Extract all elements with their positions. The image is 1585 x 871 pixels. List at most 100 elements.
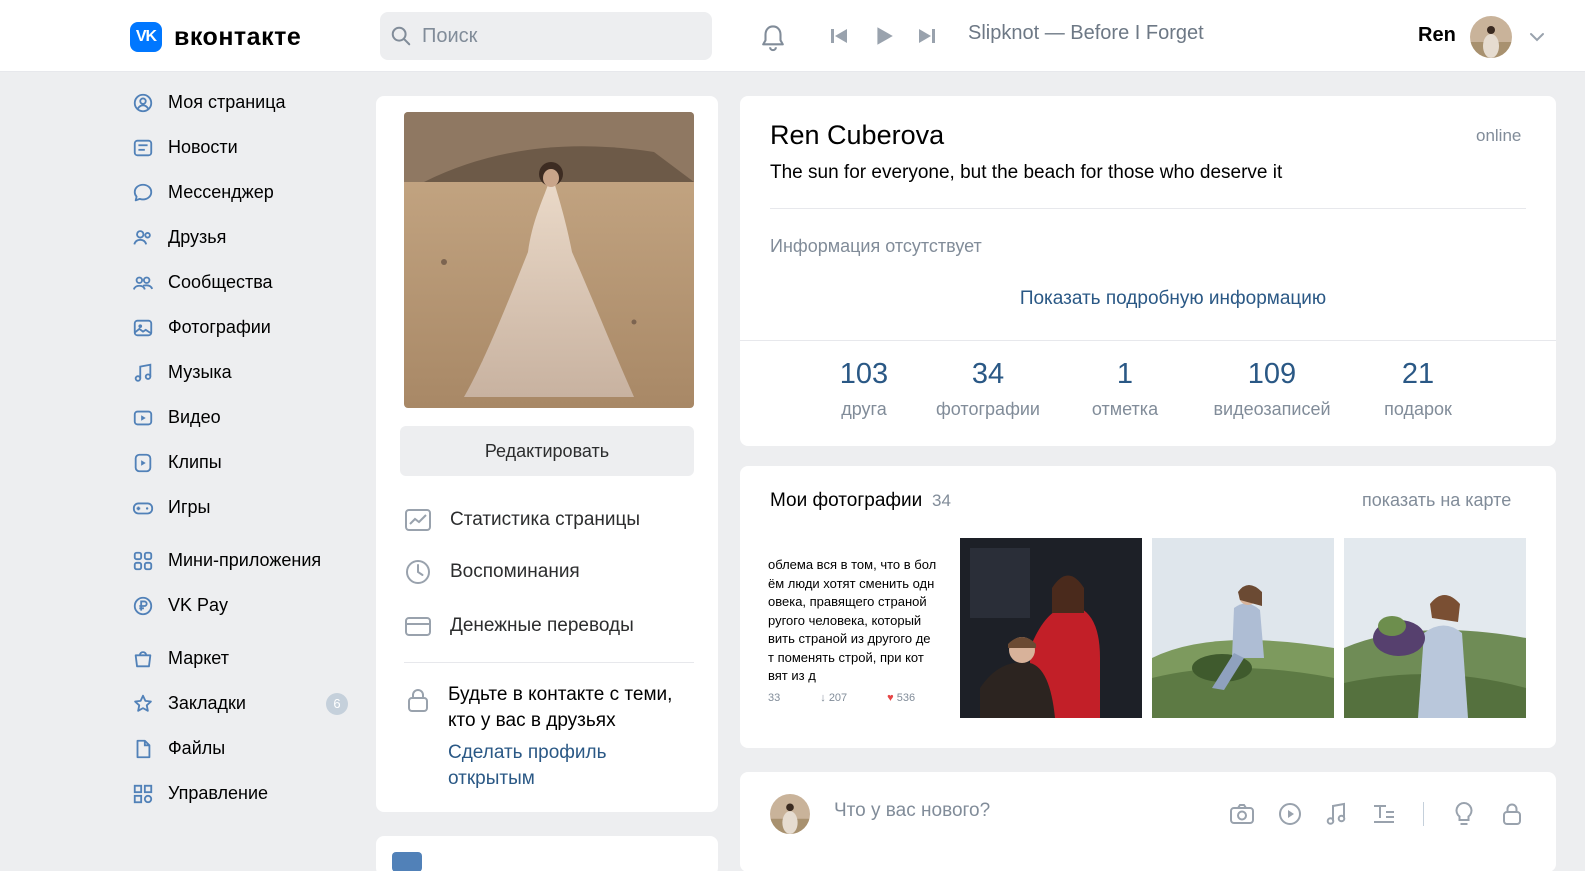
clips-icon [134, 453, 152, 472]
likes-count: 536 [896, 692, 916, 704]
photo-thumb-hill-1[interactable] [1152, 538, 1334, 718]
ideas-button[interactable] [1444, 794, 1484, 834]
photo-icon [133, 319, 153, 336]
nav-item-news[interactable]: Новости [132, 125, 362, 170]
stat-label: видеозаписей [1213, 399, 1331, 419]
nav-item-friends[interactable]: Друзья [132, 215, 362, 260]
attach-music-button[interactable] [1316, 794, 1356, 834]
new-post-input[interactable]: Что у вас нового? [834, 800, 990, 822]
text-line: овека, правящего страной [768, 594, 927, 609]
search-bar[interactable] [380, 12, 712, 60]
attach-photo-button[interactable] [1222, 794, 1262, 834]
stats-divider [740, 340, 1556, 341]
nav-separator [132, 628, 362, 636]
friends-icon [133, 229, 151, 245]
text-line: ругого человека, который [768, 612, 922, 628]
stats-icon [405, 509, 431, 531]
stat-label: друга [841, 399, 887, 419]
left-navigation: Моя страница Новости Мессенджер Друзья С… [132, 80, 362, 816]
previous-track-button[interactable] [824, 20, 854, 52]
search-input[interactable] [422, 24, 692, 48]
nav-item-bookmarks[interactable]: Закладки 6 [132, 681, 362, 726]
header-avatar[interactable] [1470, 16, 1512, 58]
text-line: ём люди хотят сменить одн [768, 575, 935, 591]
nav-item-label: Друзья [168, 227, 227, 247]
show-on-map-link[interactable]: показать на карте [1362, 490, 1511, 511]
bookmark-icon [134, 694, 152, 712]
stat-photos[interactable]: 34 фотографии [918, 358, 1058, 420]
text-line: вить страной из другого де [768, 631, 931, 646]
text-line: т поменять строй, при кот [768, 649, 924, 665]
nav-item-clips[interactable]: Клипы [132, 440, 362, 485]
play-icon [877, 27, 893, 45]
text-post-lines: облема вся в том, что в бол ём люди хотя… [768, 538, 950, 686]
nav-item-files[interactable]: Файлы [132, 726, 362, 771]
vk-logo[interactable]: VK вконтакте [130, 22, 301, 52]
profile-info-card: Ren Cuberova online The sun for everyone… [740, 96, 1556, 446]
menu-divider [404, 662, 694, 663]
nav-item-music[interactable]: Музыка [132, 350, 362, 395]
nav-item-label: Фотографии [168, 317, 271, 337]
privacy-button[interactable] [1492, 794, 1532, 834]
page-stats-link[interactable]: Статистика страницы [404, 506, 640, 534]
lock-icon [1503, 803, 1521, 825]
memories-link[interactable]: Воспоминания [404, 558, 580, 586]
money-transfers-link[interactable]: Денежные переводы [404, 612, 634, 640]
search-icon [391, 26, 411, 46]
stat-gifts[interactable]: 21 подарок [1348, 358, 1488, 420]
photo-thumb-text-post[interactable]: облема вся в том, что в бол ём люди хотя… [768, 538, 950, 718]
stat-tags[interactable]: 1 отметка [1055, 358, 1195, 420]
badge-icon [392, 852, 422, 871]
profile-photo[interactable] [404, 112, 694, 408]
comments-count: 33 [768, 692, 781, 704]
next-icon [919, 29, 935, 43]
attach-video-button[interactable] [1270, 794, 1310, 834]
nav-item-messenger[interactable]: Мессенджер [132, 170, 362, 215]
article-button[interactable] [1364, 794, 1404, 834]
page-stats-label: Статистика страницы [450, 509, 641, 530]
nav-item-communities[interactable]: Сообщества [132, 260, 362, 305]
nav-item-label: Музыка [168, 362, 232, 382]
article-icon [1374, 805, 1394, 823]
stat-label: подарок [1384, 399, 1452, 419]
nav-item-mini-apps[interactable]: Мини-приложения [132, 538, 362, 583]
nav-item-video[interactable]: Видео [132, 395, 362, 440]
groups-icon [132, 276, 154, 290]
next-track-button[interactable] [912, 20, 942, 52]
friends-privacy-note: Будьте в контакте с теми, кто у вас в др… [448, 684, 673, 731]
nav-item-label: Клипы [168, 452, 222, 472]
nav-item-label: Мини-приложения [168, 550, 322, 570]
text-line: облема вся в том, что в бол [768, 557, 937, 572]
stat-number: 1 [1116, 358, 1134, 390]
profile-side-card: Редактировать Статистика страницы Воспом… [376, 96, 718, 812]
stat-number: 103 [839, 358, 889, 390]
nav-item-label: Маркет [168, 648, 229, 668]
stat-friends[interactable]: 103 друга [794, 358, 934, 420]
stat-label: отметка [1091, 399, 1159, 419]
photos-title[interactable]: Мои фотографии [770, 490, 922, 512]
reposts-count-wrap: ↓ 207 [820, 692, 848, 704]
photo-thumb-hill-2[interactable] [1344, 538, 1526, 718]
nav-item-my-page[interactable]: Моя страница [132, 80, 362, 125]
player-track-title[interactable]: Slipknot — Before I Forget [968, 22, 1208, 45]
play-button[interactable] [868, 20, 900, 52]
new-post-card: Что у вас нового? [740, 772, 1556, 871]
vk-logo-text: вконтакте [174, 22, 302, 51]
nav-item-games[interactable]: Игры [132, 485, 362, 530]
nav-item-market[interactable]: Маркет [132, 636, 362, 681]
notifications-button[interactable] [752, 16, 794, 60]
photo-thumb-couple[interactable] [960, 538, 1142, 718]
post-avatar[interactable] [770, 794, 810, 834]
nav-item-label: Закладки [168, 693, 246, 713]
profile-name: Ren Cuberova [770, 120, 945, 150]
edit-profile-button[interactable]: Редактировать [400, 426, 694, 476]
header-user-name[interactable]: Ren [1418, 24, 1456, 47]
show-details-link[interactable]: Показать подробную информацию [740, 288, 1585, 310]
chevron-down-icon[interactable] [1526, 26, 1548, 48]
profile-status[interactable]: The sun for everyone, but the beach for … [770, 162, 1282, 184]
nav-item-vk-pay[interactable]: VK Pay [132, 583, 362, 628]
nav-item-photos[interactable]: Фотографии [132, 305, 362, 350]
stat-videos[interactable]: 109 видеозаписей [1202, 358, 1342, 420]
make-profile-open-link[interactable]: Сделать профиль открытым [448, 740, 698, 792]
nav-item-manage[interactable]: Управление [132, 771, 362, 816]
